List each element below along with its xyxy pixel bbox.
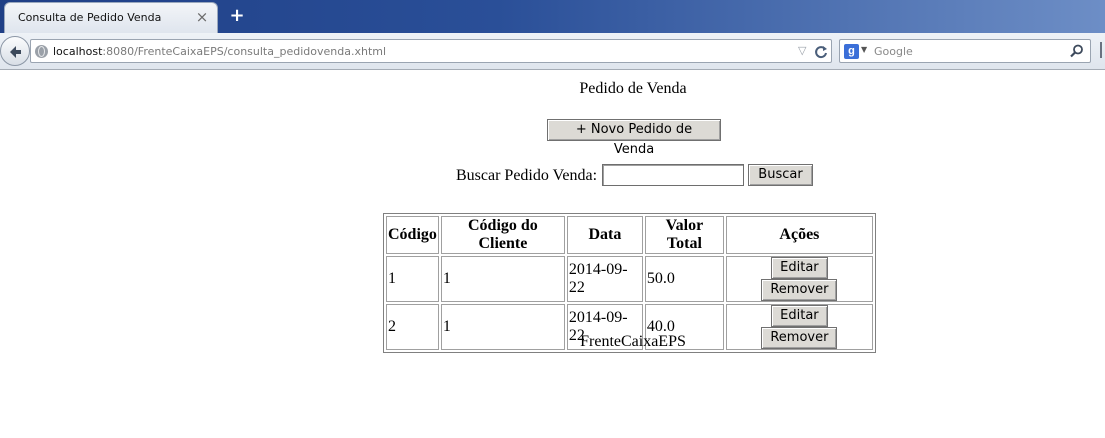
cell-data: 2014-09-22 — [566, 256, 643, 302]
new-order-button[interactable]: + Novo Pedido de Venda — [547, 119, 721, 157]
browser-tabstrip: Consulta de Pedido Venda × + — [0, 0, 1105, 33]
search-button[interactable]: Buscar — [748, 164, 813, 186]
url-path: :8080/FrenteCaixaEPS/consulta_pedidovend… — [102, 45, 387, 58]
orders-table: Código Código do Cliente Data Valor Tota… — [383, 213, 876, 353]
browser-navbar: localhost:8080/FrenteCaixaEPS/consulta_p… — [0, 33, 1105, 70]
header-codigo: Código — [386, 216, 439, 254]
history-dropdown-icon[interactable]: ▽ — [798, 44, 806, 57]
search-input[interactable] — [602, 164, 744, 186]
edit-button[interactable]: Editar — [771, 305, 828, 327]
back-button[interactable] — [0, 36, 30, 66]
url-text: localhost:8080/FrenteCaixaEPS/consulta_p… — [53, 45, 386, 58]
search-engine-dropdown-icon[interactable]: ▼ — [861, 45, 867, 54]
header-valor-total: Valor Total — [644, 216, 724, 254]
footer-text: FrenteCaixaEPS — [580, 333, 686, 350]
table-header-row: Código Código do Cliente Data Valor Tota… — [386, 216, 873, 254]
cell-actions: Editar Remover — [725, 256, 873, 302]
remove-button[interactable]: Remover — [761, 279, 838, 301]
header-codigo-cliente: Código do Cliente — [440, 216, 565, 254]
cell-codigo: 1 — [386, 256, 439, 302]
header-data: Data — [566, 216, 643, 254]
close-tab-icon[interactable]: × — [195, 7, 209, 27]
table-row: 1 1 2014-09-22 50.0 Editar Remover — [386, 256, 873, 302]
page-title: Pedido de Venda — [579, 80, 687, 97]
browser-tab[interactable]: Consulta de Pedido Venda × — [4, 2, 218, 33]
google-icon[interactable]: g — [844, 44, 859, 59]
new-tab-icon[interactable]: + — [228, 6, 246, 26]
toolbar-separator — [1100, 42, 1102, 58]
search-placeholder: Google — [874, 45, 913, 58]
search-icon[interactable] — [1070, 44, 1084, 58]
search-label: Buscar Pedido Venda: — [456, 167, 598, 184]
header-acoes: Ações — [725, 216, 873, 254]
address-bar[interactable]: localhost:8080/FrenteCaixaEPS/consulta_p… — [30, 39, 832, 63]
back-arrow-icon — [10, 46, 21, 58]
reload-icon[interactable] — [814, 42, 828, 60]
search-bar[interactable]: g ▼ Google — [839, 39, 1091, 63]
globe-icon — [35, 45, 48, 58]
url-host: localhost — [53, 45, 103, 58]
cell-valor: 50.0 — [644, 256, 724, 302]
tab-title: Consulta de Pedido Venda — [18, 11, 162, 24]
edit-button[interactable]: Editar — [771, 257, 828, 279]
page-content: Pedido de Venda + Novo Pedido de Venda B… — [0, 71, 1105, 438]
cell-cliente: 1 — [440, 256, 565, 302]
